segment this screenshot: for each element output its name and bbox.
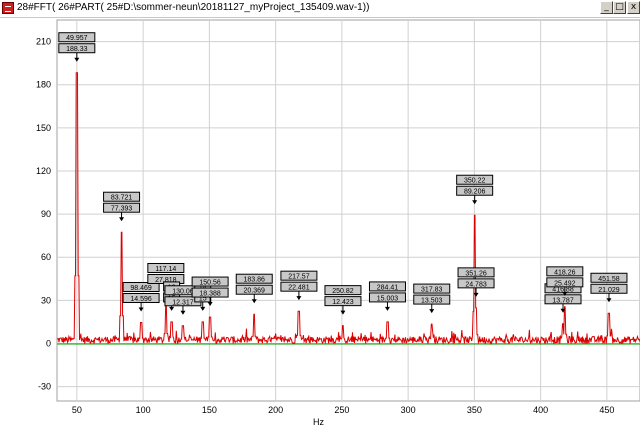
peak-amp-label: 89.206 bbox=[464, 189, 486, 196]
peak-freq-label: 83.721 bbox=[111, 195, 133, 202]
peak-freq-label: 418.26 bbox=[554, 269, 576, 276]
y-tick-label: -30 bbox=[38, 382, 51, 392]
x-tick-label: 250 bbox=[334, 405, 349, 415]
peak-freq-label: 117.14 bbox=[155, 266, 176, 273]
peak-amp-label: 13.503 bbox=[421, 298, 443, 305]
peak-amp-label: 12.423 bbox=[332, 299, 354, 306]
peak-freq-label: 183.86 bbox=[244, 277, 266, 284]
x-tick-label: 50 bbox=[72, 405, 82, 415]
y-tick-label: 120 bbox=[36, 166, 51, 176]
peak-amp-label: 77.393 bbox=[111, 206, 133, 213]
peak-freq-label: 451.58 bbox=[598, 276, 620, 283]
peak-amp-label: 24.783 bbox=[465, 281, 487, 288]
peak-freq-label: 351.26 bbox=[465, 270, 487, 277]
peak-amp-label: 13.787 bbox=[552, 297, 574, 304]
x-tick-label: 150 bbox=[202, 405, 217, 415]
maximize-button[interactable]: □ bbox=[613, 1, 626, 14]
peak-freq-label: 98.469 bbox=[130, 285, 152, 292]
x-tick-label: 450 bbox=[599, 405, 614, 415]
peak-freq-label: 350.22 bbox=[464, 178, 486, 185]
peak-amp-label: 21.029 bbox=[598, 287, 620, 294]
x-tick-label: 100 bbox=[136, 405, 151, 415]
fft-chart[interactable]: -30 0 30 60 90 120 150 180 210 50 100 150 200 250 300 3… bbox=[0, 18, 640, 429]
app-icon[interactable] bbox=[2, 2, 14, 14]
x-axis-label: Hz bbox=[313, 417, 324, 427]
peak-amp-label: 14.596 bbox=[130, 296, 152, 303]
peak-amp-label: 22.481 bbox=[288, 285, 310, 292]
y-tick-label: 210 bbox=[36, 37, 51, 47]
peak-amp-label: 188.33 bbox=[66, 46, 88, 53]
y-tick-label: 0 bbox=[46, 338, 51, 348]
x-tick-label: 200 bbox=[268, 405, 283, 415]
y-tick-label: 60 bbox=[41, 252, 51, 262]
peak-freq-label: 217.57 bbox=[288, 274, 310, 281]
y-tick-label: 90 bbox=[41, 209, 51, 219]
peak-amp-label: 25.492 bbox=[554, 280, 576, 287]
y-tick-label: 150 bbox=[36, 123, 51, 133]
peak-amp-label: 20.369 bbox=[244, 288, 266, 295]
peak-freq-label: 150.56 bbox=[199, 280, 221, 287]
x-tick-label: 300 bbox=[401, 405, 416, 415]
minimize-button[interactable]: _ bbox=[600, 1, 613, 14]
y-tick-label: 180 bbox=[36, 80, 51, 90]
peak-amp-label: 15.003 bbox=[377, 295, 399, 302]
peak-freq-label: 130.06 bbox=[172, 288, 194, 295]
window-title: 28#FFT( 26#PART( 25#D:\sommer-neun\20181… bbox=[17, 2, 370, 13]
peak-amp-label: 18.388 bbox=[199, 291, 221, 298]
close-button[interactable]: x bbox=[627, 1, 640, 14]
x-tick-label: 350 bbox=[467, 405, 482, 415]
y-tick-label: 30 bbox=[41, 295, 51, 305]
peak-freq-label: 317.83 bbox=[421, 287, 443, 294]
peak-freq-label: 284.41 bbox=[377, 284, 399, 291]
peak-amp-label: 12.317 bbox=[172, 299, 194, 306]
peak-freq-label: 49.957 bbox=[66, 35, 88, 42]
window-titlebar[interactable]: 28#FFT( 26#PART( 25#D:\sommer-neun\20181… bbox=[0, 0, 640, 18]
peak-freq-label: 250.82 bbox=[332, 288, 354, 295]
x-tick-label: 400 bbox=[533, 405, 548, 415]
